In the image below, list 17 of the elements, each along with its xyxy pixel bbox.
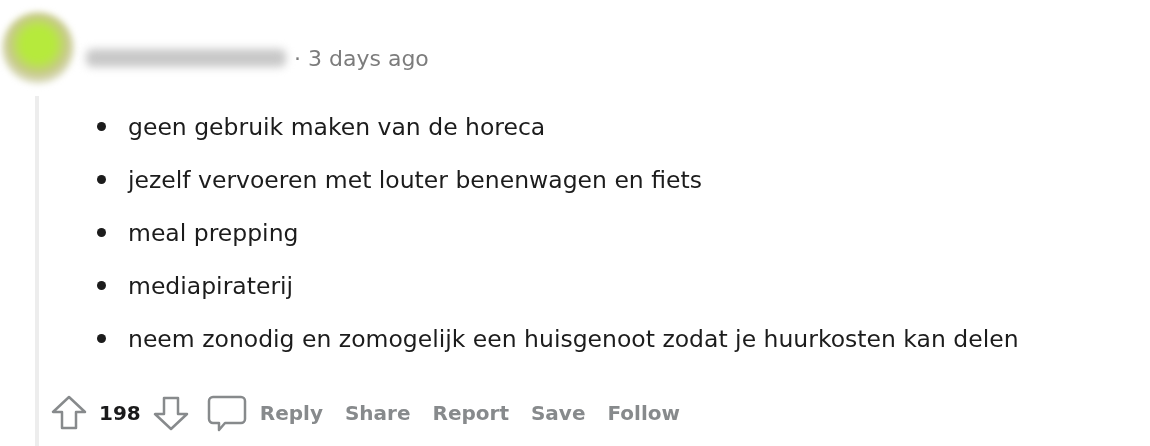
list-item-text: neem zonodig en zomogelijk een huisgenoot zodat je huurkosten kan delen (128, 324, 1019, 353)
bullet-icon (97, 175, 106, 184)
list-item-text: meal prepping (128, 218, 299, 247)
action-button[interactable]: Follow (598, 397, 689, 429)
list-item-text: geen gebruik maken van de horeca (128, 112, 546, 141)
action-button[interactable]: Report (423, 397, 518, 429)
bullet-icon (97, 281, 106, 290)
bullet-icon (97, 228, 106, 237)
list-item-text: jezelf vervoeren met louter benenwagen en fiets (128, 165, 702, 194)
action-button[interactable]: Save (521, 397, 595, 429)
action-button[interactable]: Reply (250, 397, 332, 429)
action-button[interactable]: Share (335, 397, 420, 429)
timestamp: · 3 days ago (294, 45, 429, 71)
vote-count: 198 (99, 401, 141, 425)
bullet-icon (97, 334, 106, 343)
bullet-icon (97, 122, 106, 131)
list-item-text: mediapiraterij (128, 271, 294, 300)
